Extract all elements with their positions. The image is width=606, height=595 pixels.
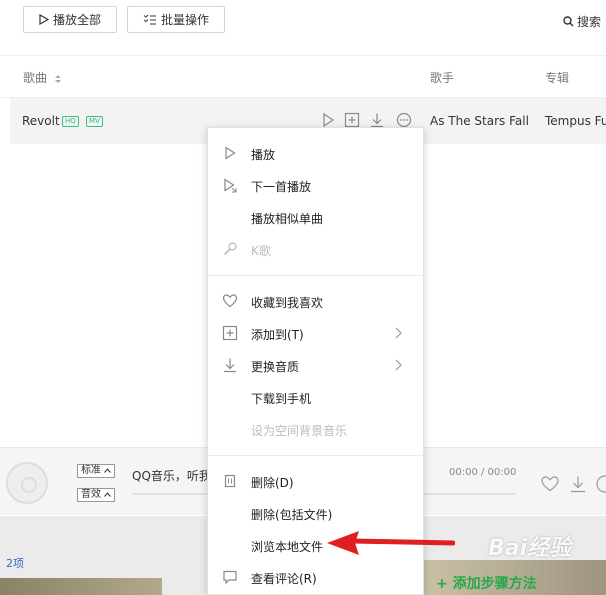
comment-icon [223, 570, 237, 585]
column-header-song[interactable]: 歌曲 [23, 69, 62, 86]
menu-item-favorite-label: 收藏到我喜欢 [251, 296, 324, 310]
heart-icon[interactable] [541, 476, 559, 492]
heart-icon [222, 294, 238, 308]
download-icon[interactable] [569, 475, 587, 493]
menu-item-download-phone[interactable]: 下载到手机 [208, 384, 423, 410]
menu-item-quality-label: 更换音质 [251, 360, 300, 374]
search-icon [563, 16, 574, 27]
background-photo [0, 578, 162, 595]
search-button[interactable]: 搜索 [563, 13, 601, 30]
play-time: 00:00 / 00:00 [449, 467, 517, 478]
add-icon [222, 325, 238, 341]
play-all-label: 播放全部 [52, 13, 101, 27]
song-singer[interactable]: As The Stars Fall [430, 114, 529, 128]
menu-item-add-to-label: 添加到(T) [251, 328, 304, 342]
column-header-album[interactable]: 专辑 [545, 69, 569, 86]
menu-item-favorite[interactable]: 收藏到我喜欢 [208, 288, 423, 314]
microphone-icon [223, 242, 237, 256]
hq-badge: HQ [62, 116, 79, 127]
toolbar-divider [0, 55, 606, 56]
item-count: 2项 [6, 557, 24, 570]
menu-item-add-to[interactable]: 添加到(T) [208, 320, 423, 346]
menu-item-similar[interactable]: 播放相似单曲 [208, 204, 423, 230]
row-download-icon[interactable] [369, 112, 385, 128]
baidu-jingyan-watermark: Bai经验 [488, 536, 572, 561]
list-icon [143, 14, 156, 25]
batch-operation-button[interactable]: 批量操作 [127, 6, 225, 33]
album-disc-icon[interactable] [6, 462, 48, 504]
menu-item-play[interactable]: 播放 [208, 140, 423, 166]
menu-item-similar-label: 播放相似单曲 [251, 212, 324, 226]
menu-item-download-phone-label: 下载到手机 [251, 392, 312, 406]
row-add-icon[interactable] [344, 112, 360, 128]
quality-label: 标准 [81, 465, 101, 476]
context-menu: 播放 下一首播放 播放相似单曲 K歌 收藏到我喜欢 添加到(T) 更换音质 下载… [207, 127, 424, 595]
column-header-song-label: 歌曲 [23, 71, 48, 85]
menu-item-karaoke: K歌 [208, 236, 423, 262]
search-label: 搜索 [577, 15, 602, 29]
add-step-method-link[interactable]: + 添加步骤方法 [436, 573, 537, 593]
play-next-icon [224, 178, 237, 193]
quality-selector[interactable]: 标准 [77, 464, 116, 478]
menu-item-comments[interactable]: 查看评论(R) [208, 564, 423, 590]
menu-item-set-background-label: 设为空间背景音乐 [251, 424, 348, 438]
menu-item-delete-files-label: 删除(包括文件) [251, 508, 333, 522]
menu-item-set-background: 设为空间背景音乐 [208, 416, 423, 442]
batch-label: 批量操作 [160, 13, 209, 27]
sort-icon [54, 74, 61, 83]
menu-item-quality[interactable]: 更换音质 [208, 352, 423, 378]
song-title[interactable]: Revolt [22, 114, 60, 128]
download-icon [224, 358, 236, 373]
chevron-up-icon [104, 468, 112, 473]
play-all-button[interactable]: 播放全部 [23, 6, 117, 33]
row-play-icon[interactable] [320, 112, 336, 128]
menu-item-comments-label: 查看评论(R) [251, 572, 317, 586]
row-more-icon[interactable] [396, 112, 412, 128]
column-header-singer[interactable]: 歌手 [430, 69, 454, 86]
trash-icon [224, 474, 236, 488]
play-icon [39, 14, 49, 25]
mv-badge[interactable]: MV [86, 116, 103, 127]
menu-item-delete[interactable]: 删除(D) [208, 468, 423, 494]
play-icon [225, 146, 236, 160]
menu-item-karaoke-label: K歌 [251, 244, 271, 258]
annotation-arrow [327, 531, 455, 555]
more-icon[interactable] [596, 475, 606, 493]
chevron-right-icon [395, 359, 402, 371]
menu-item-delete-files[interactable]: 删除(包括文件) [208, 500, 423, 526]
menu-separator [208, 455, 423, 456]
menu-item-next[interactable]: 下一首播放 [208, 172, 423, 198]
effect-label: 音效 [81, 489, 101, 500]
effect-selector[interactable]: 音效 [77, 488, 116, 502]
menu-item-play-label: 播放 [251, 148, 276, 162]
menu-item-browse-local-label: 浏览本地文件 [251, 540, 324, 554]
menu-item-next-label: 下一首播放 [251, 180, 312, 194]
chevron-right-icon [395, 327, 402, 339]
song-album[interactable]: Tempus Fu [545, 114, 606, 128]
menu-item-delete-label: 删除(D) [251, 476, 294, 490]
menu-separator [208, 275, 423, 276]
chevron-up-icon [104, 492, 112, 497]
now-playing-title: QQ音乐，听我 [132, 469, 211, 483]
